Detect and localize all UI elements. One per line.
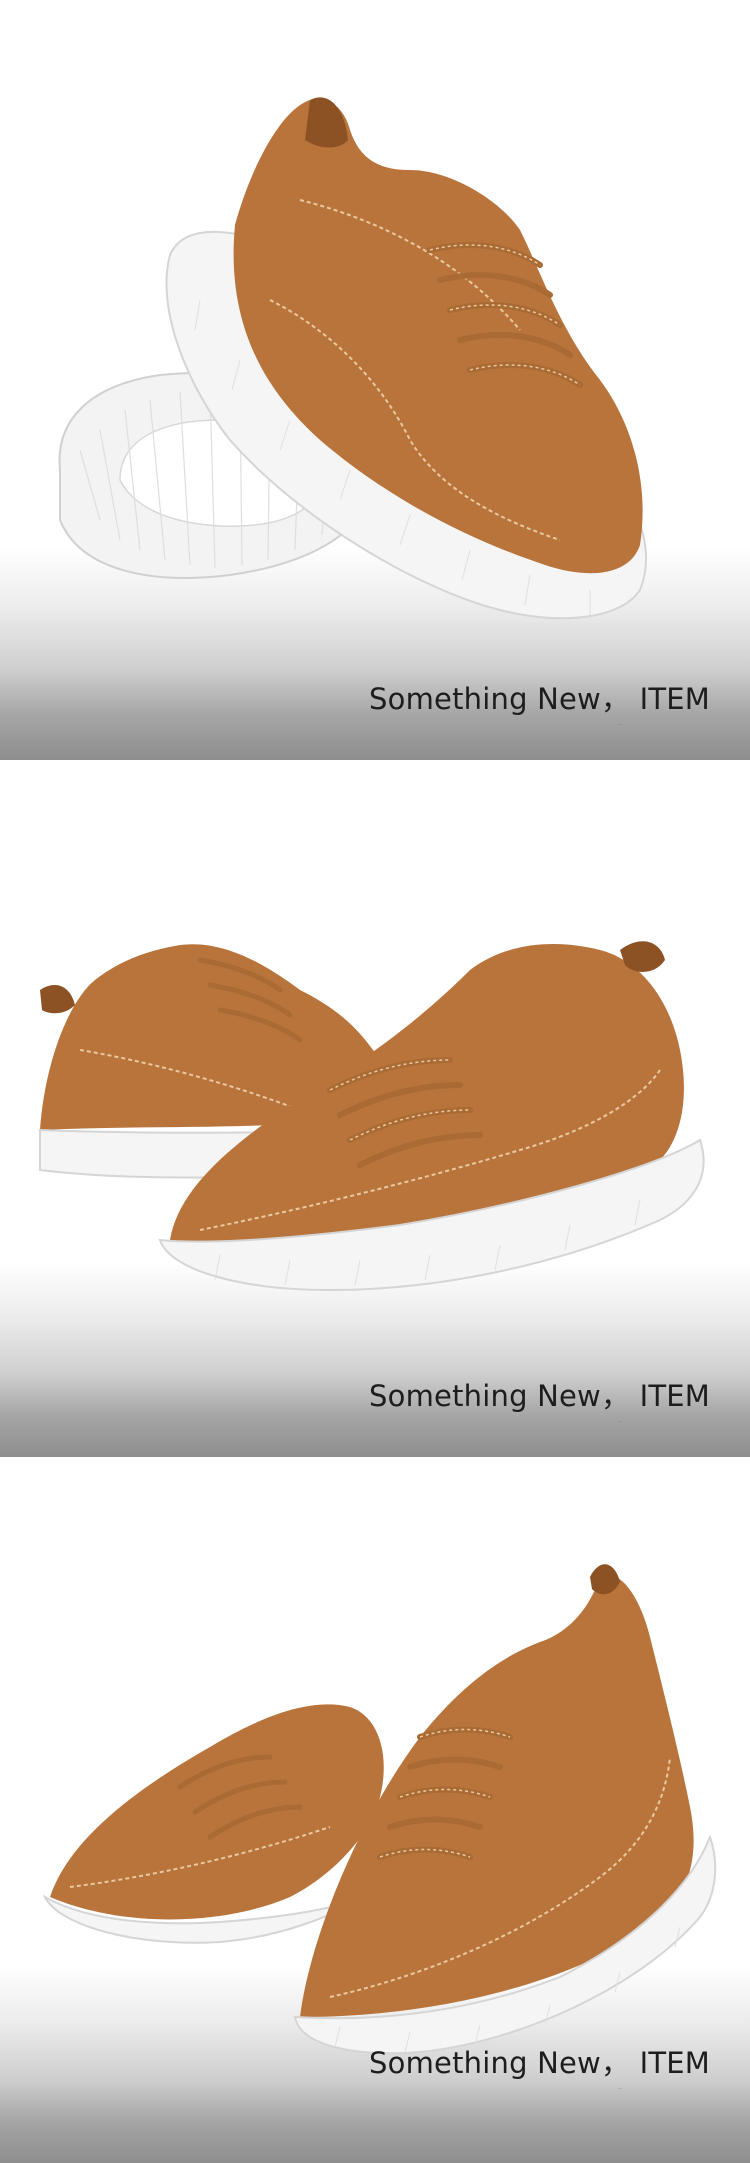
caption-fine-print: ... [618,722,622,727]
caption-title: Something New， ITEM [369,1379,710,1413]
caption-title: Something New， ITEM [369,682,710,716]
product-panel-3: Something New， ITEM ... [0,1457,750,2163]
panel-caption: Something New， ITEM ... [369,2040,710,2092]
product-panel-1: Something New， ITEM ... [0,0,750,760]
product-detail-page: Something New， ITEM ... Something New， I… [0,0,750,2163]
caption-fine-print: ... [618,2086,622,2091]
shoe-photo-sole-view [0,0,750,760]
caption-fine-print: ... [618,1419,622,1424]
product-panel-2: Something New， ITEM ... [0,760,750,1457]
caption-title: Something New， ITEM [369,2046,710,2080]
panel-caption: Something New， ITEM ... [369,676,710,728]
panel-caption: Something New， ITEM ... [369,1373,710,1425]
shoe-photo-side-view [0,760,750,1457]
